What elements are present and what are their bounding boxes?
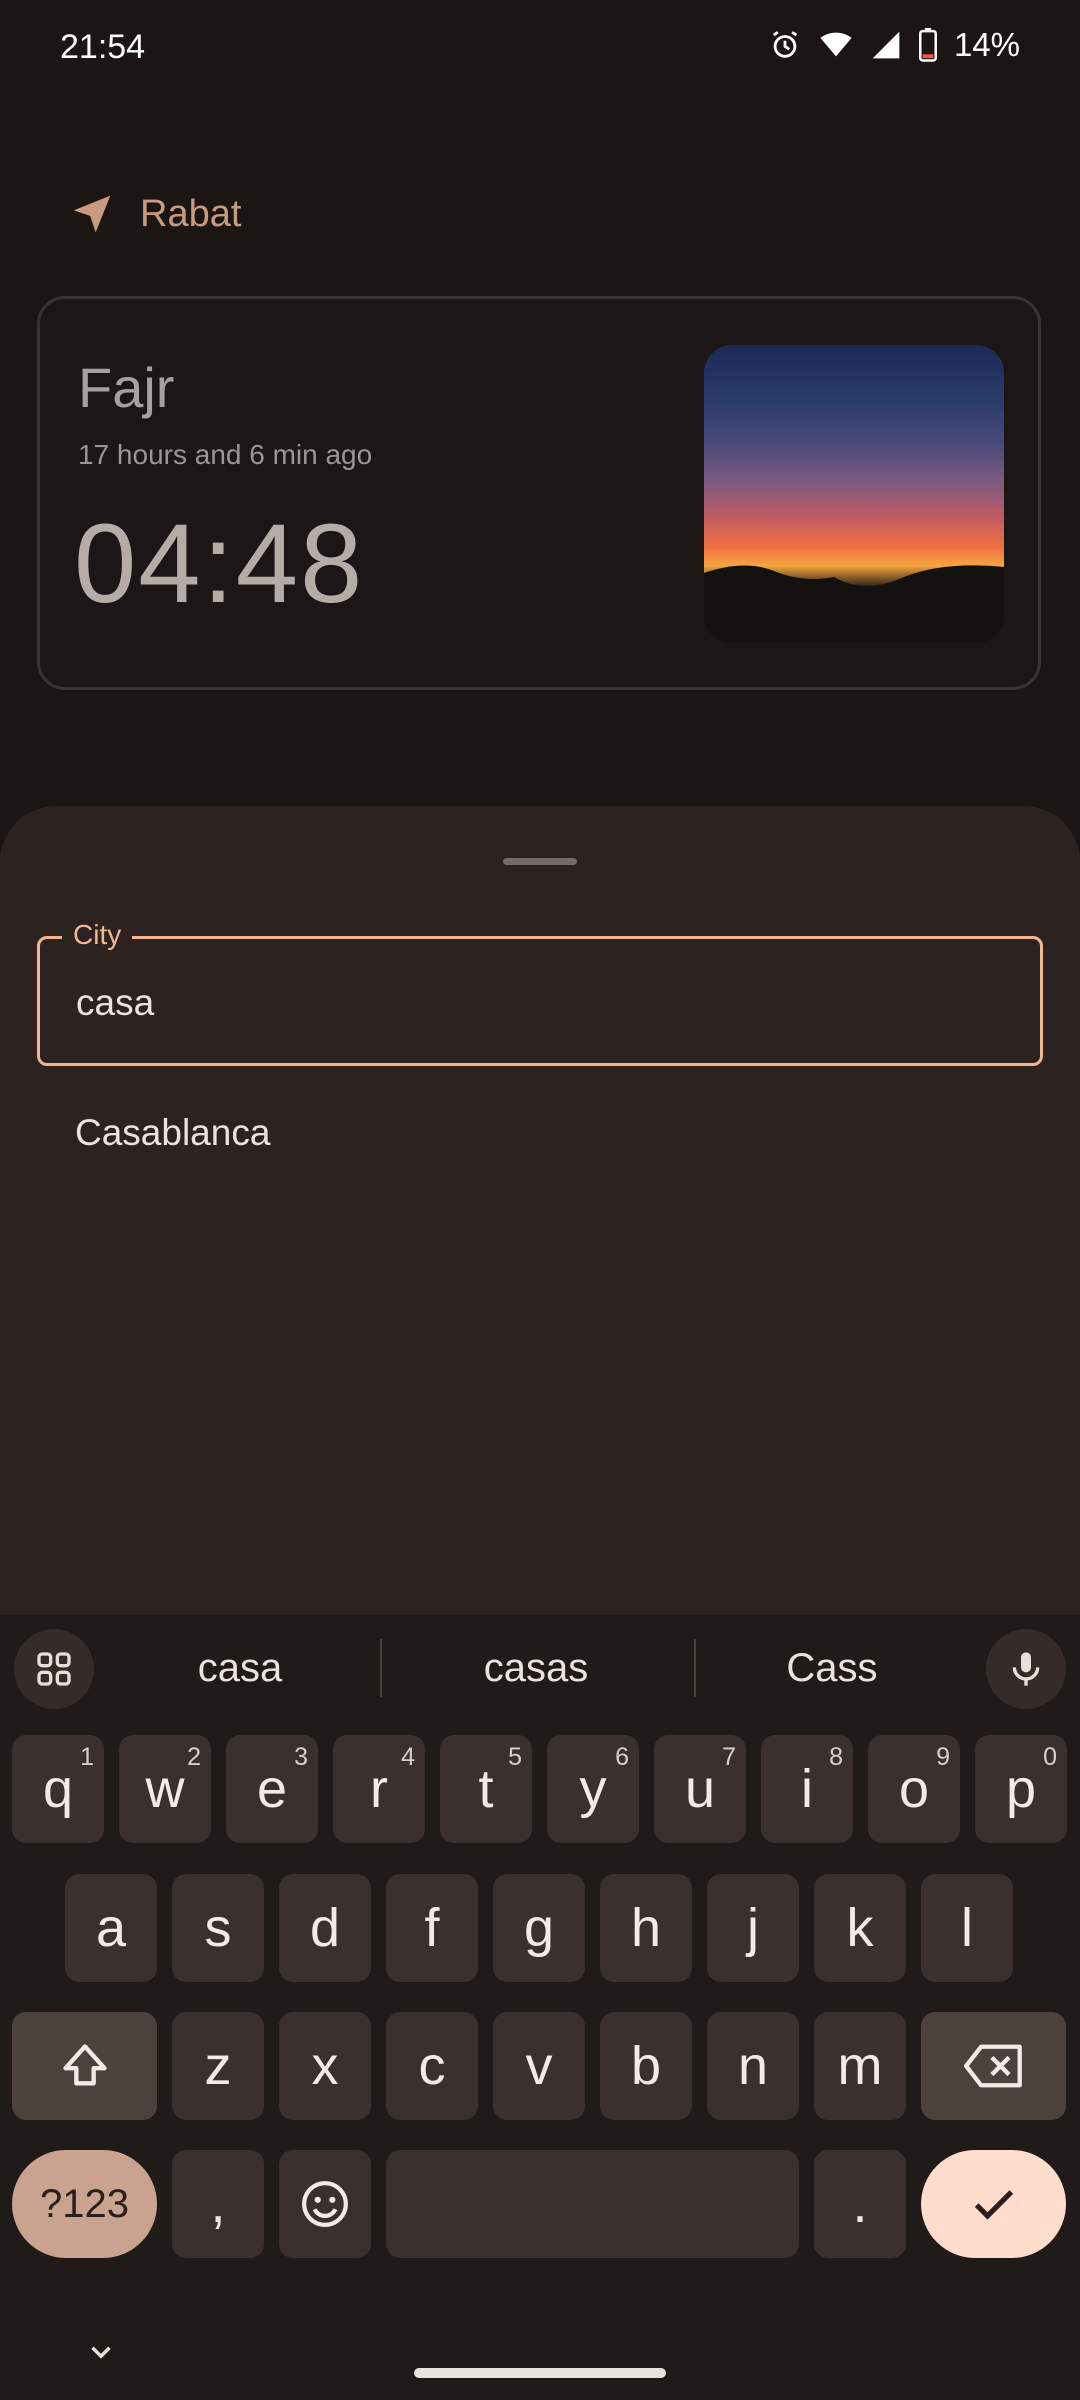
word-suggestion-1[interactable]: casa xyxy=(90,1633,390,1703)
key-number-hint: 6 xyxy=(615,1743,629,1771)
key-k[interactable]: k xyxy=(814,1874,906,1982)
key-c[interactable]: c xyxy=(386,2012,478,2120)
word-suggestion-3[interactable]: Cass xyxy=(682,1633,982,1703)
key-o[interactable]: o9 xyxy=(868,1735,960,1843)
battery-percent: 14% xyxy=(953,26,1020,63)
key-p[interactable]: p0 xyxy=(975,1735,1067,1843)
key-letter: r xyxy=(370,1759,388,1819)
city-field[interactable]: City xyxy=(37,919,1043,1066)
navigation-arrow-icon xyxy=(73,195,111,233)
key-number-hint: 0 xyxy=(1043,1743,1057,1771)
signal-icon xyxy=(872,31,900,59)
chevron-down-icon xyxy=(91,2346,111,2359)
period-key[interactable]: . xyxy=(814,2150,906,2258)
key-letter: e xyxy=(256,1759,288,1819)
shift-key[interactable] xyxy=(12,2012,157,2120)
key-number-hint: 4 xyxy=(401,1743,415,1771)
prayer-card[interactable]: Fajr 17 hours and 6 min ago 04:48 xyxy=(37,296,1041,690)
key-h[interactable]: h xyxy=(600,1874,692,1982)
key-number-hint: 2 xyxy=(187,1743,201,1771)
key-letter: p xyxy=(1005,1759,1037,1819)
key-number-hint: 5 xyxy=(508,1743,522,1771)
status-time: 21:54 xyxy=(60,28,146,66)
emoji-key[interactable] xyxy=(279,2150,371,2258)
key-letter: i xyxy=(801,1759,813,1819)
status-icons: 14% xyxy=(768,26,1020,64)
city-field-label: City xyxy=(62,919,133,951)
key-q[interactable]: q1 xyxy=(12,1735,104,1843)
key-letter: q xyxy=(42,1759,74,1819)
backspace-key[interactable] xyxy=(921,2012,1066,2120)
city-input[interactable] xyxy=(74,967,978,1039)
key-number-hint: 7 xyxy=(722,1743,736,1771)
key-n[interactable]: n xyxy=(707,2012,799,2120)
city-bottom-sheet: City Casablanca xyxy=(0,806,1080,1616)
key-number-hint: 1 xyxy=(80,1743,94,1771)
keyboard-apps-button[interactable] xyxy=(14,1629,94,1709)
location-selector[interactable]: Rabat xyxy=(70,192,241,236)
key-letter: u xyxy=(684,1759,716,1819)
status-bar: 21:54 14% xyxy=(0,0,1080,100)
key-letter: t xyxy=(478,1759,494,1819)
keyboard: casa casas Cass q1w2e3r4t5y6u7i8o9p0 asd… xyxy=(0,1615,1080,2400)
prayer-relative-time: 17 hours and 6 min ago xyxy=(78,439,373,470)
key-g[interactable]: g xyxy=(493,1874,585,1982)
key-t[interactable]: t5 xyxy=(440,1735,532,1843)
key-v[interactable]: v xyxy=(493,2012,585,2120)
drag-handle[interactable] xyxy=(503,858,577,865)
key-i[interactable]: i8 xyxy=(761,1735,853,1843)
key-y[interactable]: y6 xyxy=(547,1735,639,1843)
alarm-icon xyxy=(772,31,798,58)
suggestion-strip: casa casas Cass xyxy=(0,1615,1080,1723)
gesture-navigation-bar[interactable] xyxy=(414,2368,666,2378)
key-number-hint: 8 xyxy=(829,1743,843,1771)
key-b[interactable]: b xyxy=(600,2012,692,2120)
word-suggestion-2[interactable]: casas xyxy=(386,1633,686,1703)
location-name: Rabat xyxy=(140,192,242,235)
microphone-icon xyxy=(1012,1652,1040,1686)
enter-key[interactable] xyxy=(921,2150,1066,2258)
key-m[interactable]: m xyxy=(814,2012,906,2120)
grid-icon xyxy=(37,1652,71,1686)
key-a[interactable]: a xyxy=(65,1874,157,1982)
wifi-icon xyxy=(820,32,852,57)
backspace-icon xyxy=(963,2044,1022,2088)
key-letter: w xyxy=(145,1759,185,1819)
checkmark-icon xyxy=(974,2190,1013,2220)
sunrise-image xyxy=(704,345,1004,643)
comma-key[interactable]: , xyxy=(172,2150,264,2258)
hide-keyboard-button[interactable] xyxy=(84,2335,118,2374)
key-w[interactable]: w2 xyxy=(119,1735,211,1843)
shift-icon xyxy=(62,2044,107,2086)
prayer-name: Fajr xyxy=(78,356,175,419)
key-r[interactable]: r4 xyxy=(333,1735,425,1843)
key-e[interactable]: e3 xyxy=(226,1735,318,1843)
key-number-hint: 9 xyxy=(936,1743,950,1771)
key-j[interactable]: j xyxy=(707,1874,799,1982)
emoji-icon xyxy=(302,2181,348,2227)
city-suggestion-item[interactable]: Casablanca xyxy=(75,1112,270,1154)
key-f[interactable]: f xyxy=(386,1874,478,1982)
space-key[interactable] xyxy=(386,2150,799,2258)
prayer-time: 04:48 xyxy=(74,501,365,626)
key-z[interactable]: z xyxy=(172,2012,264,2120)
suggestion-divider xyxy=(380,1639,382,1697)
key-d[interactable]: d xyxy=(279,1874,371,1982)
symbols-key[interactable]: ?123 xyxy=(12,2150,157,2258)
key-x[interactable]: x xyxy=(279,2012,371,2120)
voice-input-button[interactable] xyxy=(986,1629,1066,1709)
battery-icon xyxy=(918,28,937,62)
key-letter: o xyxy=(898,1759,930,1819)
key-number-hint: 3 xyxy=(294,1743,308,1771)
key-u[interactable]: u7 xyxy=(654,1735,746,1843)
key-l[interactable]: l xyxy=(921,1874,1013,1982)
key-s[interactable]: s xyxy=(172,1874,264,1982)
key-letter: y xyxy=(579,1759,607,1819)
